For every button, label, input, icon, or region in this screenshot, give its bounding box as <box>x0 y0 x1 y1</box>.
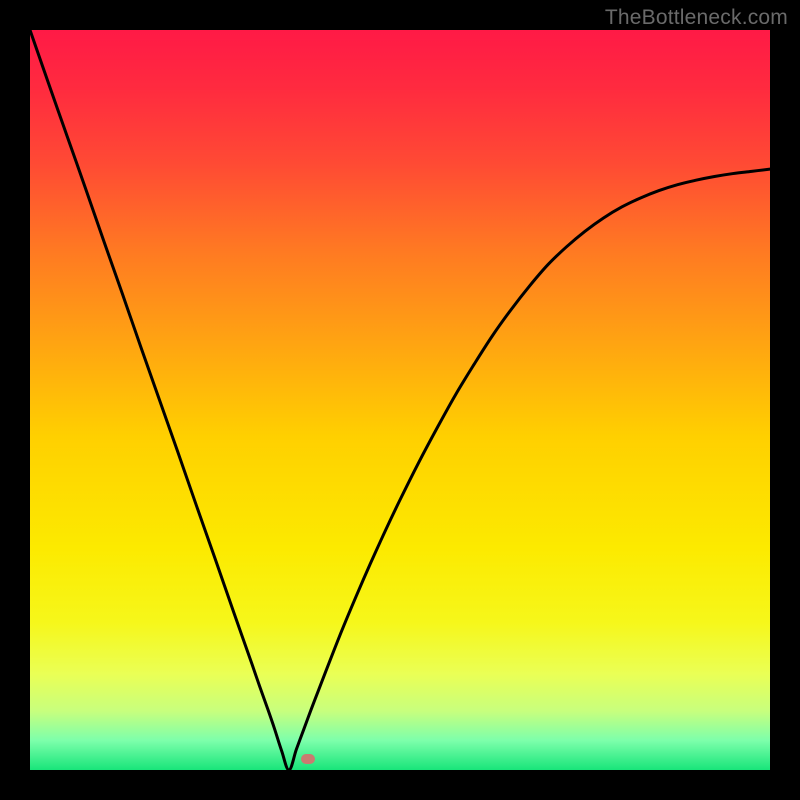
chart-frame: TheBottleneck.com <box>0 0 800 800</box>
watermark-text: TheBottleneck.com <box>605 6 788 30</box>
bottleneck-curve <box>30 30 770 770</box>
plot-area <box>30 30 770 770</box>
optimum-marker <box>301 754 315 764</box>
